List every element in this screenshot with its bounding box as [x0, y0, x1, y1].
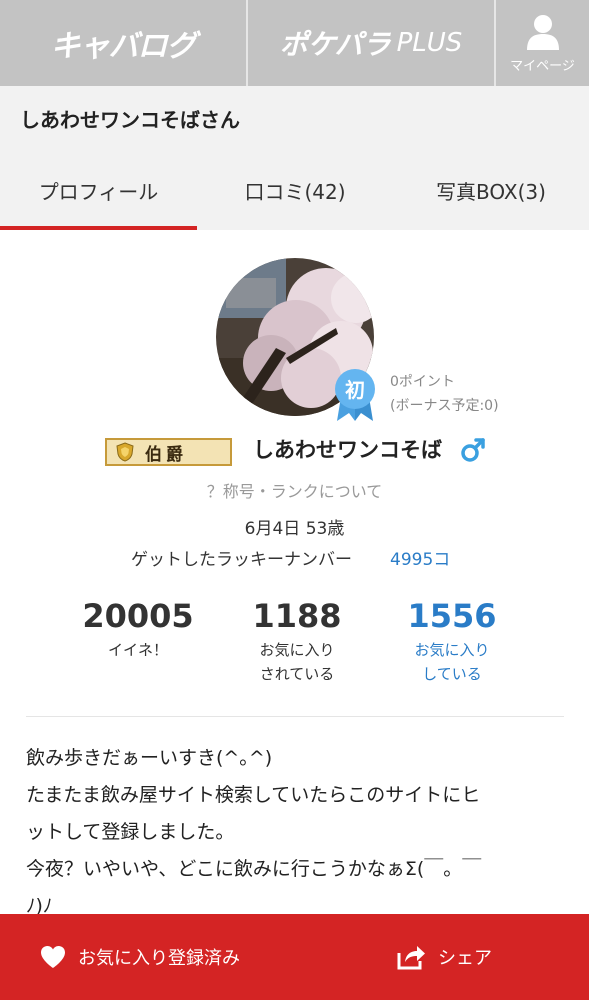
tab-profile[interactable]: プロフィール: [0, 150, 197, 230]
bonus-value: (ボーナス予定:0): [390, 398, 499, 414]
stat-likes: 20005 イイネ！: [53, 596, 223, 662]
plus-logo-text: PLUS: [396, 28, 463, 58]
share-label: シェア: [438, 948, 492, 969]
tab-profile-label: プロフィール: [38, 179, 159, 204]
favorite-registered-button[interactable]: お気に入り登録済み: [0, 914, 300, 1000]
likes-count: 20005: [82, 597, 194, 635]
bottom-action-bar: お気に入り登録済み シェア: [0, 914, 589, 1000]
bio-line: たまたま飲み屋サイト検索していたらこのサイトにヒ: [26, 784, 481, 806]
points-value: 0ポイント: [390, 374, 455, 390]
bio-line: ットして登録しました。: [26, 821, 235, 843]
ribbon-icon: 初: [335, 369, 375, 421]
favorited-by-label-line2: されている: [259, 665, 335, 683]
stats: 20005 イイネ！ 1188 お気に入り されている 1556 お気に入り し…: [0, 596, 589, 696]
user-icon: [526, 14, 559, 50]
tab-photo-box-label: 写真BOX(3): [436, 179, 546, 204]
bio-line: 今夜？いやいや、どこに飲みに行こうかなぁΣ(￣。￣: [26, 858, 482, 880]
stat-favorited-by: 1188 お気に入り されている: [212, 596, 382, 686]
bio-text: 飲み歩きだぁーいすき(^｡^) たまたま飲み屋サイト検索していたらこのサイトにヒ…: [26, 740, 566, 925]
likes-label: イイネ！: [107, 641, 168, 659]
rank-badge: 伯爵: [105, 438, 232, 466]
favorited-by-count: 1188: [252, 597, 342, 635]
first-badge-text: 初: [345, 378, 365, 402]
lucky-number-value[interactable]: 4995コ: [390, 545, 450, 570]
tab-reviews[interactable]: 口コミ(42): [197, 150, 393, 230]
heart-icon: [41, 946, 65, 968]
tab-reviews-label: 口コミ(42): [244, 179, 346, 204]
top-nav: キャバログ ポケパラ PLUS マイページ: [0, 0, 589, 86]
first-ribbon-badge: 初: [333, 367, 377, 427]
male-icon: [459, 436, 487, 468]
lucky-number-label: ゲットしたラッキーナンバー: [131, 550, 352, 570]
rank-title: 伯爵: [145, 444, 187, 465]
favorited-by-label-line1: お気に入り: [259, 641, 335, 659]
share-icon: [397, 946, 425, 970]
favoriting-label: お気に入り している: [367, 638, 537, 686]
stat-favoriting[interactable]: 1556 お気に入り している: [367, 596, 537, 686]
birthday-age: 6月4日 53歳: [244, 519, 345, 539]
cabalog-logo-text: キャバログ: [50, 29, 197, 64]
share-button[interactable]: シェア: [300, 914, 589, 1000]
favoriting-label-line2: している: [422, 665, 482, 683]
mypage-button[interactable]: マイページ: [496, 0, 589, 86]
profile-username-header: しあわせワンコそばさん: [0, 86, 589, 150]
favoriting-label-line1: お気に入り: [414, 641, 490, 659]
rank-info-link[interactable]: ？称号・ランクについて: [0, 478, 589, 502]
points-info: 0ポイント (ボーナス予定:0): [390, 370, 499, 418]
favoriting-count: 1556: [407, 597, 497, 635]
shield-icon: [116, 442, 134, 462]
bio-line: 飲み歩きだぁーいすき(^｡^): [26, 747, 273, 769]
nickname: しあわせワンコそば: [253, 438, 442, 462]
profile-tabs: プロフィール 口コミ(42) 写真BOX(3): [0, 150, 589, 230]
favorited-by-label: お気に入り されている: [212, 638, 382, 686]
favorite-label: お気に入り登録済み: [78, 948, 240, 969]
divider: [26, 716, 564, 717]
page-title: しあわせワンコそばさん: [20, 107, 240, 132]
cabalog-logo[interactable]: キャバログ: [0, 0, 248, 86]
pokepara-plus-logo[interactable]: ポケパラ PLUS: [248, 0, 496, 86]
pokepara-logo-text: ポケパラ: [279, 28, 391, 61]
tab-photo-box[interactable]: 写真BOX(3): [393, 150, 589, 230]
mypage-label: マイページ: [510, 58, 575, 74]
